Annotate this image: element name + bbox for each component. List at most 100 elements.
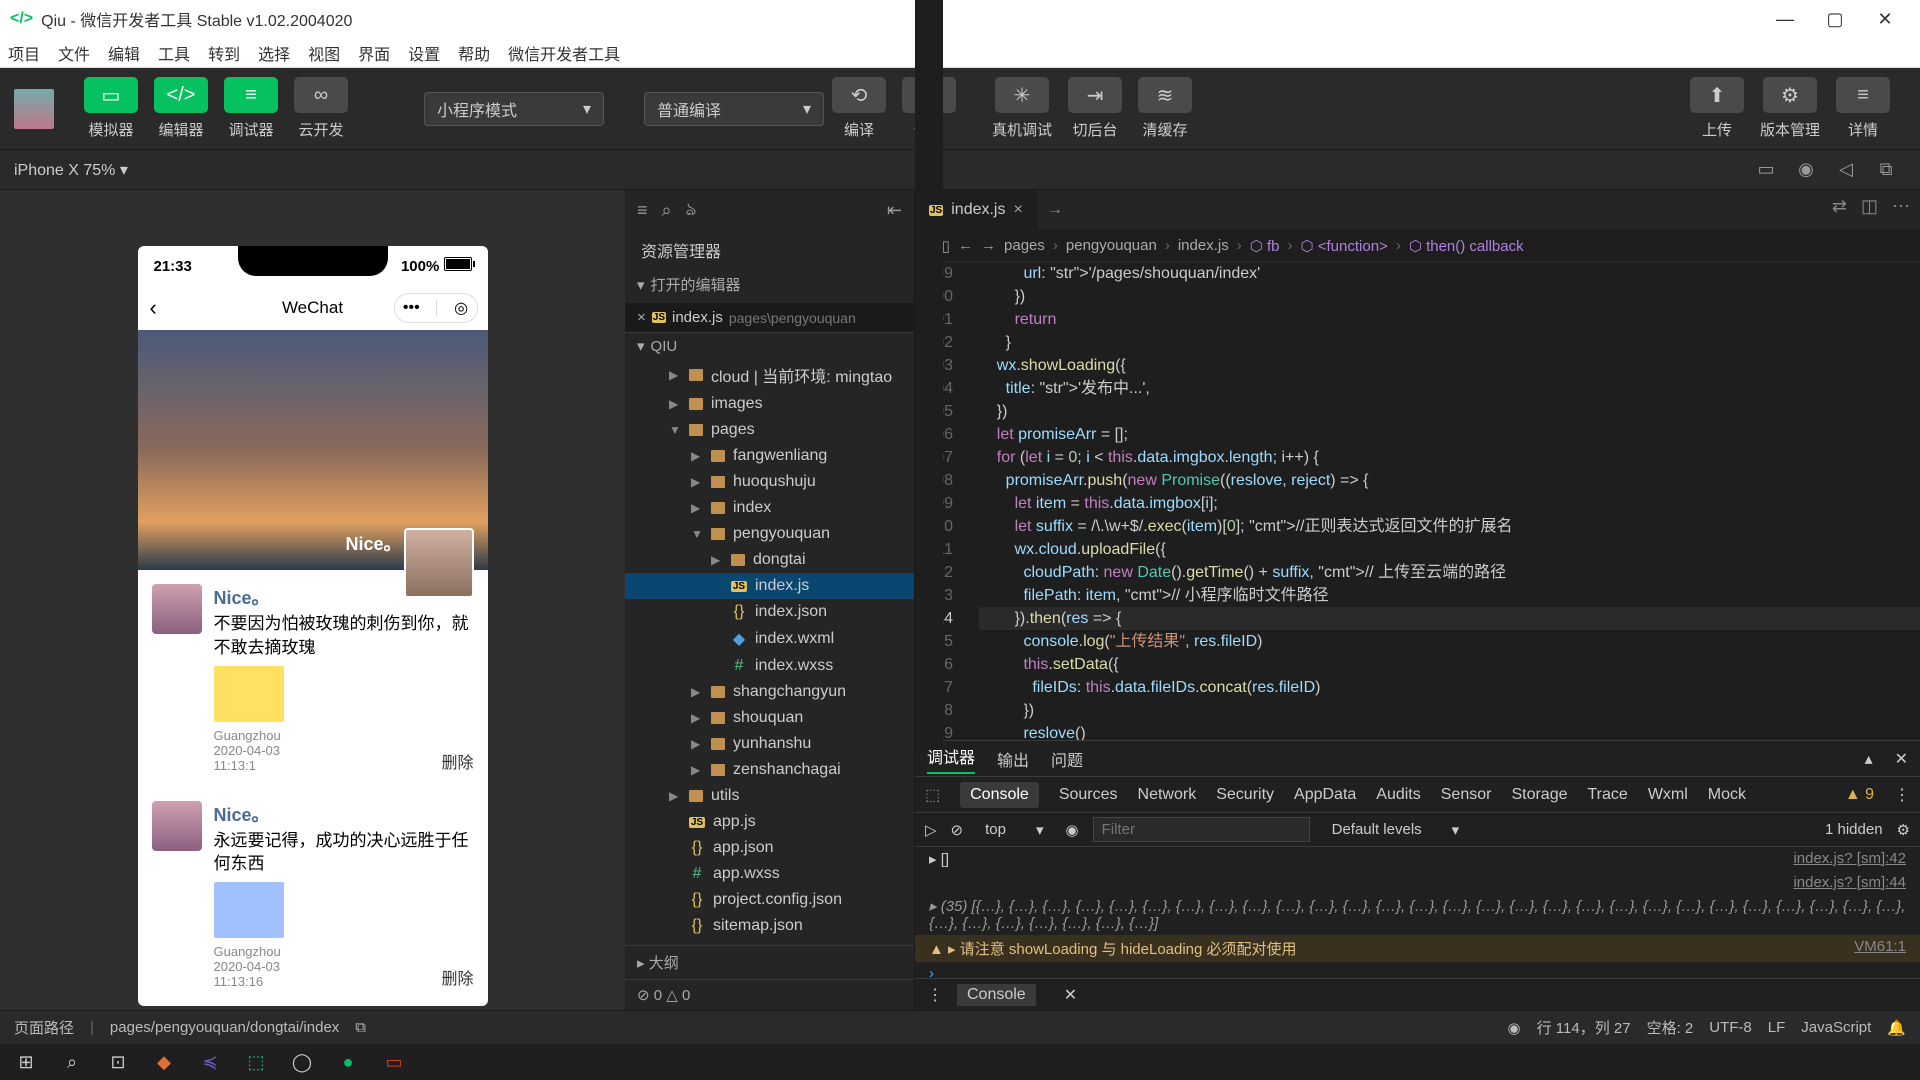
project-root[interactable]: ▾QIU [625,333,914,359]
inspect-icon[interactable]: ⬚ [925,785,940,805]
more-icon[interactable]: ⋮ [1894,785,1910,805]
clear-icon[interactable]: ⊘ [951,821,964,839]
post-avatar[interactable] [152,801,202,851]
nav-fwd-icon[interactable]: → [1035,201,1075,219]
close-icon[interactable]: ✕ [1895,749,1908,769]
tree-item-project.config.json[interactable]: {}project.config.json [625,887,914,913]
menu-微信开发者工具[interactable]: 微信开发者工具 [508,41,620,65]
tree-item-app.wxss[interactable]: #app.wxss [625,861,914,887]
context-dropdown[interactable]: top▾ [977,821,1051,839]
current-path[interactable]: pages/pengyouquan/dongtai/index [110,1019,339,1036]
devtools-tab-mock[interactable]: Mock [1708,786,1746,804]
tree-item-pages[interactable]: ▼pages [625,417,914,443]
project-avatar[interactable] [14,89,54,129]
moments-hero[interactable]: Nice。 [138,330,488,570]
gear-icon[interactable]: ⚙ [1897,821,1910,839]
git-icon[interactable]: ঌ [686,195,697,226]
devtools-tab-console[interactable]: Console [960,782,1039,808]
console-output[interactable]: ▸ []index.js? [sm]:42index.js? [sm]:44▸ … [915,847,1920,978]
code-text[interactable]: url: "str">'/pages/shouquan/index' }) re… [971,262,1920,740]
cursor-position[interactable]: 行 114，列 27 [1537,1017,1631,1038]
devtools-tab-storage[interactable]: Storage [1511,786,1567,804]
tree-item-images[interactable]: ▶images [625,391,914,417]
devtools-tab-trace[interactable]: Trace [1588,786,1628,804]
record-icon[interactable]: ◉ [1786,159,1826,180]
tree-item-index[interactable]: ▶index [625,495,914,521]
maximize-button[interactable]: ▢ [1810,9,1860,30]
breadcrumb[interactable]: ≡▯←→pages›pengyouquan›index.js›⬡ fb›⬡ <f… [915,230,1920,262]
menu-设置[interactable]: 设置 [408,41,440,65]
menu-工具[interactable]: 工具 [158,41,190,65]
tree-item-huoqushuju[interactable]: ▶huoqushuju [625,469,914,495]
devtools-tab-sensor[interactable]: Sensor [1441,786,1492,804]
chrome-icon[interactable]: ◯ [282,1047,322,1077]
vscode-icon[interactable]: ≼ [190,1047,230,1077]
detail-button[interactable]: ≡ [1836,77,1890,113]
breadcrumb-item[interactable]: ⬡ <function> [1300,237,1387,255]
breadcrumb-item[interactable]: ⬡ then() callback [1409,237,1524,255]
nav-back-icon[interactable]: ← [958,237,973,254]
delete-button[interactable]: 删除 [441,965,473,989]
close-circle-icon[interactable]: ◎ [454,298,468,318]
tree-item-shangchangyun[interactable]: ▶shangchangyun [625,679,914,705]
editor-file-tab[interactable]: JS index.js × [915,190,1037,230]
open-editor-tab[interactable]: × JS index.js pages\pengyouquan [625,303,914,332]
tree-item-fangwenliang[interactable]: ▶fangwenliang [625,443,914,469]
open-editors-section[interactable]: ▾打开的编辑器 [625,270,914,299]
compile-mode-dropdown[interactable]: 普通编译▾ [644,92,824,126]
compile-button[interactable]: ⟲ [832,77,886,113]
collapse-icon[interactable]: ⇤ [887,200,902,221]
tree-item-utils[interactable]: ▶utils [625,783,914,809]
tab-output[interactable]: 输出 [997,747,1029,771]
devtools-icon[interactable]: ⬚ [236,1047,276,1077]
tree-item-pengyouquan[interactable]: ▼pengyouquan [625,521,914,547]
menu-文件[interactable]: 文件 [58,41,90,65]
encoding[interactable]: UTF-8 [1709,1019,1752,1036]
start-button[interactable]: ⊞ [6,1047,46,1077]
console-prompt[interactable]: › [929,965,934,978]
error-count[interactable]: ⊘ 0 △ 0 [637,986,690,1004]
editor-tab[interactable] [915,0,943,750]
close-icon[interactable]: × [637,309,646,326]
console-source[interactable]: index.js? [sm]:44 [1793,874,1906,891]
app-icon[interactable]: ◆ [144,1047,184,1077]
tree-item-zenshanchagai[interactable]: ▶zenshanchagai [625,757,914,783]
menu-编辑[interactable]: 编辑 [108,41,140,65]
more-icon[interactable]: ⋮ [927,985,943,1005]
warning-badge[interactable]: ▲ 9 [1845,786,1874,804]
close-button[interactable]: ✕ [1860,9,1910,30]
device-dropdown[interactable]: iPhone X 75% ▾ [14,160,128,180]
tree-item-index.wxss[interactable]: #index.wxss [625,653,914,679]
upload-button[interactable]: ⬆ [1690,77,1744,113]
post-image[interactable] [214,666,284,722]
menu-转到[interactable]: 转到 [208,41,240,65]
menu-视图[interactable]: 视图 [308,41,340,65]
close-icon[interactable]: ✕ [1064,985,1077,1005]
search-icon[interactable]: ⌕ [52,1047,92,1077]
tree-item-cloud | 当前环境: mingtao[interactable]: ▶cloud | 当前环境: mingtao [625,359,914,391]
nav-fwd-icon[interactable]: → [981,237,996,254]
clear-cache-button[interactable]: ≋ [1138,77,1192,113]
devtools-tab-network[interactable]: Network [1138,786,1197,804]
breadcrumb-item[interactable]: pengyouquan [1066,237,1157,254]
menu-选择[interactable]: 选择 [258,41,290,65]
eye-icon[interactable]: ◉ [1508,1019,1521,1037]
phone-simulator[interactable]: 21:33 100% ‹ WeChat •••◎ Nice。 Nice。不要因为… [138,246,488,1006]
screenshot-icon[interactable]: ⧉ [1866,159,1906,180]
more-icon[interactable]: ⋯ [1892,196,1910,217]
post-user[interactable]: Nice。 [214,801,474,827]
hero-avatar[interactable] [404,528,474,598]
wechat-icon[interactable]: ● [328,1047,368,1077]
search-icon[interactable]: ⌕ [662,200,672,221]
mode-dropdown[interactable]: 小程序模式▾ [424,92,604,126]
levels-dropdown[interactable]: Default levels ▾ [1324,821,1468,839]
devtools-tab-wxml[interactable]: Wxml [1648,786,1688,804]
devtools-tab-audits[interactable]: Audits [1376,786,1420,804]
realdev-button[interactable]: ✳ [995,77,1049,113]
indent[interactable]: 空格: 2 [1647,1017,1694,1038]
ppt-icon[interactable]: ▭ [374,1047,414,1077]
language[interactable]: JavaScript [1801,1019,1871,1036]
split-icon[interactable]: ◫ [1861,196,1878,217]
console-source[interactable]: VM61:1 [1854,938,1906,959]
compare-icon[interactable]: ⇄ [1832,196,1847,217]
